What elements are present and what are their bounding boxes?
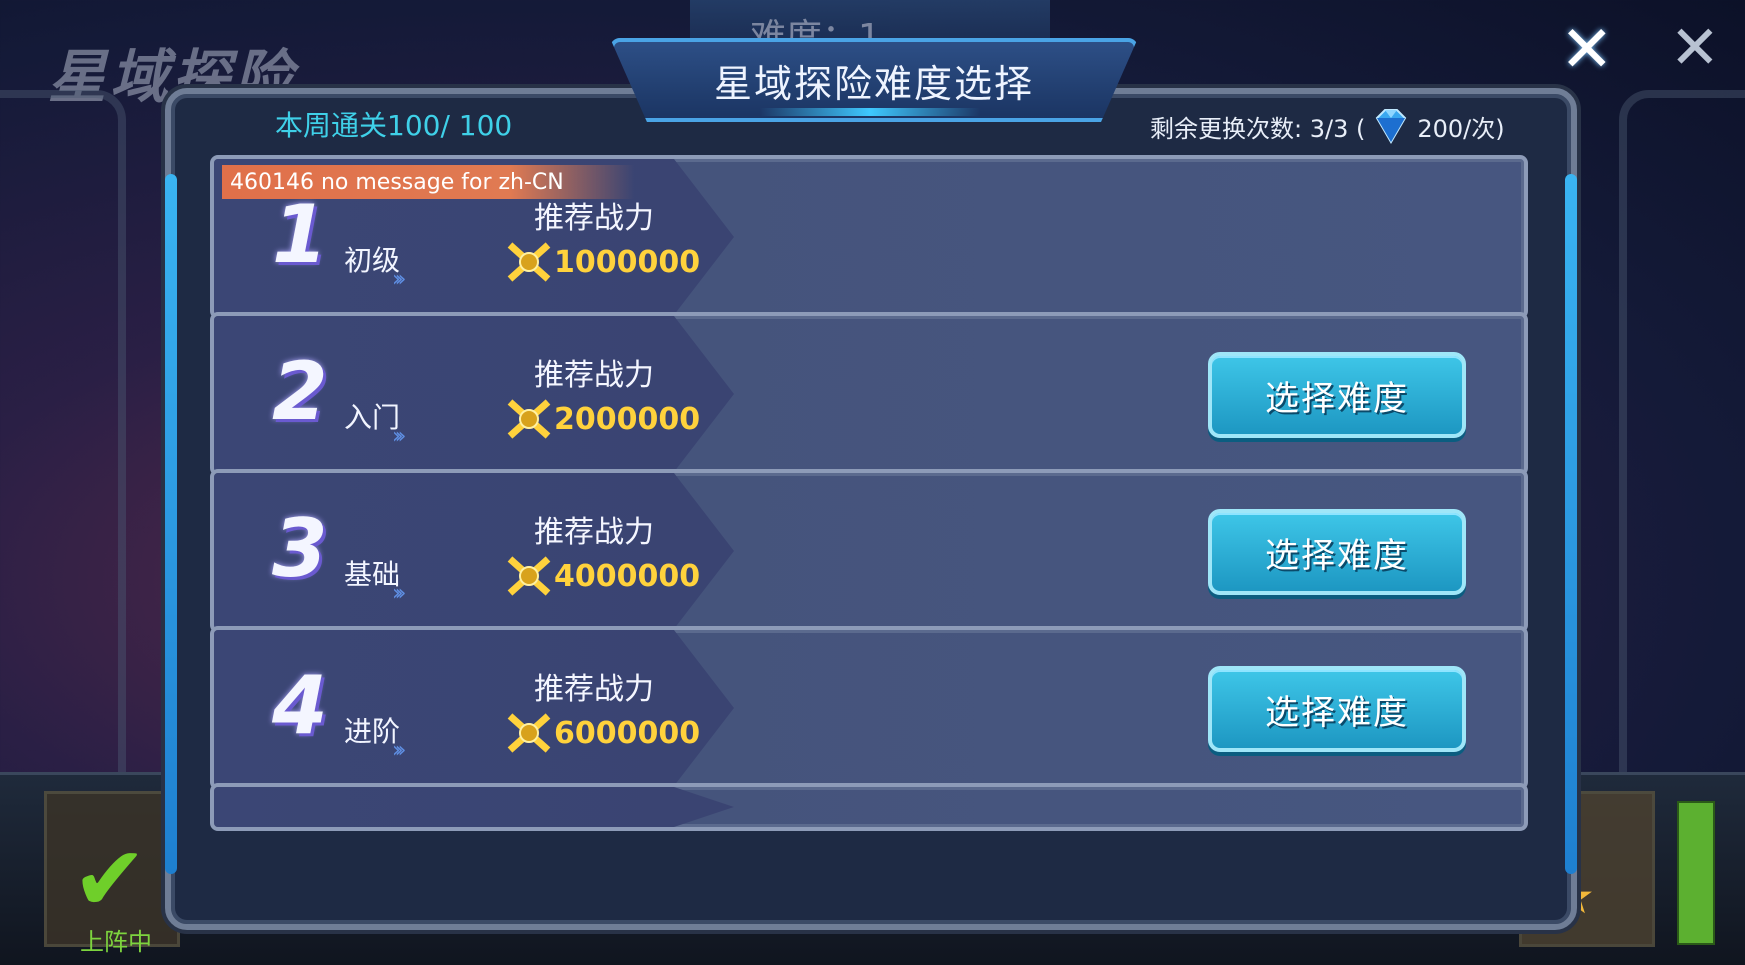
energy-bar bbox=[1677, 801, 1715, 945]
close-button[interactable]: ✕ bbox=[1560, 18, 1614, 82]
recommended-power: 1000000 bbox=[504, 239, 700, 285]
recommended-power-label: 推荐战力 bbox=[534, 515, 654, 550]
recommended-power-label: 推荐战力 bbox=[534, 672, 654, 707]
background-frame-left bbox=[0, 90, 126, 806]
difficulty-number: 4 bbox=[272, 659, 328, 752]
background-close-icon: ✕ bbox=[1669, 13, 1720, 83]
close-icon[interactable]: ✕ bbox=[1560, 13, 1614, 87]
background-frame-right bbox=[1619, 90, 1745, 806]
recommended-power-label: 推荐战力 bbox=[534, 201, 654, 236]
difficulty-number: 1 bbox=[272, 188, 328, 281]
swaps-label: 剩余更换次数: 3/3 ( bbox=[1150, 114, 1366, 143]
select-difficulty-button[interactable]: 选择难度 bbox=[1208, 352, 1466, 438]
chevron-right-icon: ››› bbox=[392, 424, 407, 449]
weekly-clear-count: 本周通关100/ 100 bbox=[275, 109, 513, 142]
chevron-right-icon: ››› bbox=[392, 267, 407, 292]
select-difficulty-button[interactable]: 选择难度 bbox=[1208, 666, 1466, 752]
remaining-swaps: 剩余更换次数: 3/3 ( 200/次) bbox=[1150, 108, 1505, 144]
power-value: 6000000 bbox=[554, 715, 701, 751]
title-glow bbox=[760, 108, 980, 116]
chevron-right-icon: ››› bbox=[392, 581, 407, 606]
recommended-power-label: 推荐战力 bbox=[534, 358, 654, 393]
crossed-swords-icon bbox=[507, 242, 551, 282]
message-tag: 460146 no message for zh-CN bbox=[222, 165, 634, 199]
swaps-cost: 200/次) bbox=[1417, 114, 1505, 143]
dialog-title: 星域探险难度选择 bbox=[713, 61, 1034, 106]
difficulty-row-5 bbox=[210, 783, 1528, 831]
power-value: 4000000 bbox=[554, 558, 701, 594]
recommended-power: 2000000 bbox=[504, 396, 700, 442]
power-value: 1000000 bbox=[554, 244, 701, 280]
select-difficulty-button[interactable]: 选择难度 bbox=[1208, 509, 1466, 595]
onstage-label: 上阵中 bbox=[80, 928, 152, 956]
power-value: 2000000 bbox=[554, 401, 701, 437]
diamond-icon bbox=[1376, 109, 1407, 144]
difficulty-number: 2 bbox=[272, 345, 328, 438]
crossed-swords-icon bbox=[507, 399, 551, 439]
difficulty-number: 3 bbox=[272, 502, 328, 595]
checkmark-icon: ✔ bbox=[72, 827, 148, 932]
row-header-panel bbox=[214, 787, 734, 827]
crossed-swords-icon bbox=[507, 713, 551, 753]
chevron-right-icon: ››› bbox=[392, 738, 407, 763]
recommended-power: 6000000 bbox=[504, 710, 700, 756]
difficulty-row-4: 4 进阶 ››› 推荐战力 6000000 选择难度 bbox=[210, 626, 1528, 790]
crossed-swords-icon bbox=[507, 556, 551, 596]
recommended-power: 4000000 bbox=[504, 553, 700, 599]
difficulty-row-2: 2 入门 ››› 推荐战力 2000000 选择难度 bbox=[210, 312, 1528, 476]
difficulty-row-3: 3 基础 ››› 推荐战力 4000000 选择难度 bbox=[210, 469, 1528, 633]
difficulty-row-1: 1 初级 ››› 推荐战力 1000000 460146 no message … bbox=[210, 155, 1528, 319]
